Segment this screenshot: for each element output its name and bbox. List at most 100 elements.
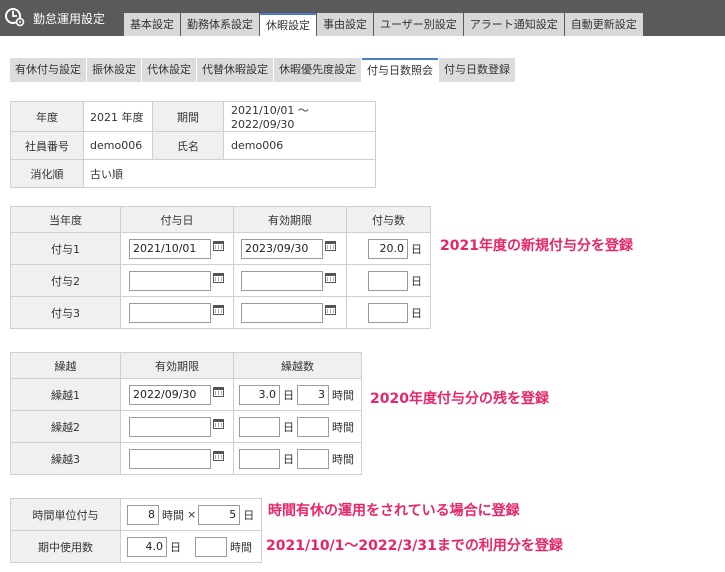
carry3-hours-input[interactable] bbox=[297, 448, 329, 469]
year-label: 年度 bbox=[10, 101, 84, 132]
carry2-hours-input[interactable] bbox=[297, 416, 329, 437]
tab-alert[interactable]: アラート通知設定 bbox=[463, 13, 564, 36]
calendar-icon[interactable] bbox=[213, 418, 224, 429]
grant1-count-input[interactable] bbox=[368, 238, 408, 259]
grant2-count-input[interactable] bbox=[368, 270, 408, 291]
day-unit: 日 bbox=[283, 452, 294, 466]
subtab-compensatory[interactable]: 代休設定 bbox=[142, 58, 196, 82]
tab-work-system[interactable]: 勤務体系設定 bbox=[181, 13, 259, 36]
carry1-expiry-input[interactable] bbox=[129, 384, 211, 405]
carry-table: 繰越 有効期限 繰越数 繰越1 日時間 繰越2 日時間 繰越3 日時間 bbox=[10, 352, 362, 475]
carry-header-count: 繰越数 bbox=[233, 352, 362, 379]
carry2-expiry-input[interactable] bbox=[129, 416, 211, 437]
hour-unit: 時間 bbox=[162, 508, 184, 522]
carry-row-label: 繰越3 bbox=[10, 442, 121, 475]
grant-row-1: 付与1 日 bbox=[10, 232, 431, 265]
consumption-order-label: 消化順 bbox=[10, 159, 84, 188]
calendar-icon[interactable] bbox=[213, 450, 224, 461]
subtab-paid-leave[interactable]: 有休付与設定 bbox=[10, 58, 86, 82]
annotation-new-grant: 2021年度の新規付与分を登録 bbox=[440, 238, 633, 254]
consumption-order-value: 古い順 bbox=[83, 159, 376, 188]
grant-header-date: 付与日 bbox=[120, 206, 234, 233]
tab-auto-update[interactable]: 自動更新設定 bbox=[564, 13, 643, 36]
day-unit: 日 bbox=[411, 274, 422, 288]
sub-tabs: 有休付与設定 振休設定 代休設定 代替休暇設定 休暇優先度設定 付与日数照会 付… bbox=[10, 58, 516, 82]
carry-row-label: 繰越1 bbox=[10, 378, 121, 411]
carry3-expiry-input[interactable] bbox=[129, 448, 211, 469]
carry-row-1: 繰越1 日 時間 bbox=[10, 378, 362, 411]
period-value: 2021/10/01 ～ 2022/09/30 bbox=[223, 101, 376, 132]
period-label: 期間 bbox=[152, 101, 224, 132]
hourly-hours-input[interactable] bbox=[127, 504, 159, 525]
annotation-usage: 2021/10/1～2022/3/31までの利用分を登録 bbox=[266, 538, 563, 554]
hour-unit: 時間 bbox=[332, 388, 354, 402]
carry-row-3: 繰越3 日 時間 bbox=[10, 442, 362, 475]
day-unit: 日 bbox=[411, 306, 422, 320]
day-unit: 日 bbox=[411, 242, 422, 256]
carry3-days-input[interactable] bbox=[239, 448, 280, 469]
carry1-hours-input[interactable] bbox=[297, 384, 329, 405]
calendar-icon[interactable] bbox=[213, 304, 224, 315]
grant1-expiry-input[interactable] bbox=[241, 238, 323, 259]
used-hours-input[interactable] bbox=[195, 536, 227, 557]
day-unit: 日 bbox=[243, 508, 255, 522]
grant3-expiry-input[interactable] bbox=[241, 302, 323, 323]
info-table: 年度 2021 年度 期間 2021/10/01 ～ 2022/09/30 社員… bbox=[10, 101, 376, 188]
hour-unit: 時間 bbox=[332, 452, 354, 466]
hourly-table: 時間単位付与 時間×日 期中使用数 日時間 bbox=[10, 498, 262, 563]
grant-row-label: 付与3 bbox=[10, 296, 121, 329]
times-sign: × bbox=[187, 508, 197, 521]
grant3-count-input[interactable] bbox=[368, 302, 408, 323]
grant-row-2: 付与2 日 bbox=[10, 264, 431, 297]
name-value: demo006 bbox=[223, 131, 376, 160]
carry-header-label: 繰越 bbox=[10, 352, 121, 379]
tab-user[interactable]: ユーザー別設定 bbox=[374, 13, 463, 36]
calendar-icon[interactable] bbox=[213, 240, 224, 251]
year-value: 2021 年度 bbox=[83, 101, 153, 132]
calendar-icon[interactable] bbox=[325, 304, 336, 315]
subtab-priority[interactable]: 休暇優先度設定 bbox=[274, 58, 361, 82]
used-label: 期中使用数 bbox=[10, 530, 121, 563]
day-unit: 日 bbox=[283, 420, 294, 434]
hourly-unit-label: 時間単位付与 bbox=[10, 498, 121, 531]
grant2-expiry-input[interactable] bbox=[241, 270, 323, 291]
grant-header-year: 当年度 bbox=[10, 206, 121, 233]
carry-row-label: 繰越2 bbox=[10, 410, 121, 443]
tab-basic[interactable]: 基本設定 bbox=[124, 13, 180, 36]
hourly-days-input[interactable] bbox=[198, 504, 241, 525]
app-title: 勤怠運用設定 bbox=[33, 12, 106, 26]
grant-row-label: 付与1 bbox=[10, 232, 121, 265]
hour-unit: 時間 bbox=[230, 540, 252, 554]
subtab-grant-register[interactable]: 付与日数登録 bbox=[439, 58, 515, 82]
calendar-icon[interactable] bbox=[325, 272, 336, 283]
grant3-date-input[interactable] bbox=[129, 302, 211, 323]
grant-header-expiry: 有効期限 bbox=[233, 206, 347, 233]
tab-leave[interactable]: 休暇設定 bbox=[260, 13, 316, 36]
grant1-date-input[interactable] bbox=[129, 238, 211, 259]
subtab-grant-inquiry[interactable]: 付与日数照会 bbox=[362, 58, 438, 82]
main-tabs: 基本設定 勤務体系設定 休暇設定 事由設定 ユーザー別設定 アラート通知設定 自… bbox=[124, 13, 644, 36]
calendar-icon[interactable] bbox=[213, 386, 224, 397]
carry-row-2: 繰越2 日 時間 bbox=[10, 410, 362, 443]
subtab-substitute-holiday[interactable]: 振休設定 bbox=[87, 58, 141, 82]
used-days-input[interactable] bbox=[127, 536, 167, 557]
annotation-carry-over: 2020年度付与分の残を登録 bbox=[370, 391, 549, 407]
employee-number-value: demo006 bbox=[83, 131, 153, 160]
grant-header-count: 付与数 bbox=[346, 206, 431, 233]
grant2-date-input[interactable] bbox=[129, 270, 211, 291]
hour-unit: 時間 bbox=[332, 420, 354, 434]
employee-number-label: 社員番号 bbox=[10, 131, 84, 160]
grant-table: 当年度 付与日 有効期限 付与数 付与1 日 付与2 日 付与3 bbox=[10, 206, 431, 329]
name-label: 氏名 bbox=[152, 131, 224, 160]
carry1-days-input[interactable] bbox=[239, 384, 280, 405]
carry-header-expiry: 有効期限 bbox=[120, 352, 234, 379]
annotation-hourly-leave: 時間有休の運用をされている場合に登録 bbox=[268, 503, 520, 519]
tab-reason[interactable]: 事由設定 bbox=[317, 13, 373, 36]
calendar-icon[interactable] bbox=[325, 240, 336, 251]
app-header: 勤怠運用設定 基本設定 勤務体系設定 休暇設定 事由設定 ユーザー別設定 アラー… bbox=[0, 0, 725, 36]
calendar-icon[interactable] bbox=[213, 272, 224, 283]
carry2-days-input[interactable] bbox=[239, 416, 280, 437]
subtab-alternative-leave[interactable]: 代替休暇設定 bbox=[197, 58, 273, 82]
grant-row-label: 付与2 bbox=[10, 264, 121, 297]
day-unit: 日 bbox=[170, 540, 181, 554]
